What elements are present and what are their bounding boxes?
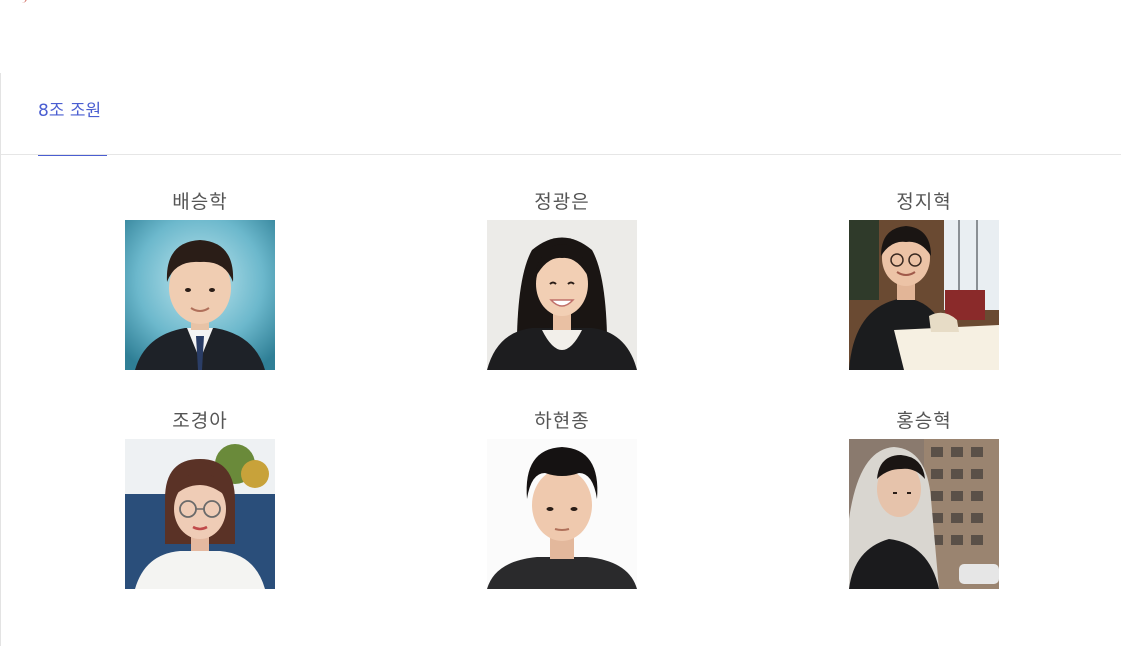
tab-team-members[interactable]: 8조 조원 <box>38 100 107 156</box>
member-card: 정지혁 <box>824 190 1024 370</box>
member-name: 조경아 <box>172 410 228 432</box>
member-photo <box>487 439 637 589</box>
team-panel: 8조 조원 배승학 정광은 정지혁 조경아 하현종 홍승혁 <box>0 73 1121 646</box>
member-card: 정광은 <box>462 190 662 370</box>
tab-label: 8조 조원 <box>38 101 102 121</box>
active-tab-indicator <box>38 155 107 156</box>
member-name: 정지혁 <box>896 191 952 213</box>
member-photo <box>125 220 275 370</box>
member-card: 하현종 <box>462 409 662 589</box>
member-photo <box>125 439 275 589</box>
tab-bar: 8조 조원 <box>1 73 1121 156</box>
member-photo <box>849 439 999 589</box>
corner-mark <box>22 0 27 3</box>
member-card: 조경아 <box>100 409 300 589</box>
member-name: 홍승혁 <box>896 410 952 432</box>
page: 8조 조원 배승학 정광은 정지혁 조경아 하현종 홍승혁 <box>0 0 1121 646</box>
member-card: 배승학 <box>100 190 300 370</box>
member-name: 하현종 <box>534 410 590 432</box>
member-card: 홍승혁 <box>824 409 1024 589</box>
member-photo <box>849 220 999 370</box>
member-name: 배승학 <box>172 191 228 213</box>
member-photo <box>487 220 637 370</box>
member-name: 정광은 <box>534 191 590 213</box>
